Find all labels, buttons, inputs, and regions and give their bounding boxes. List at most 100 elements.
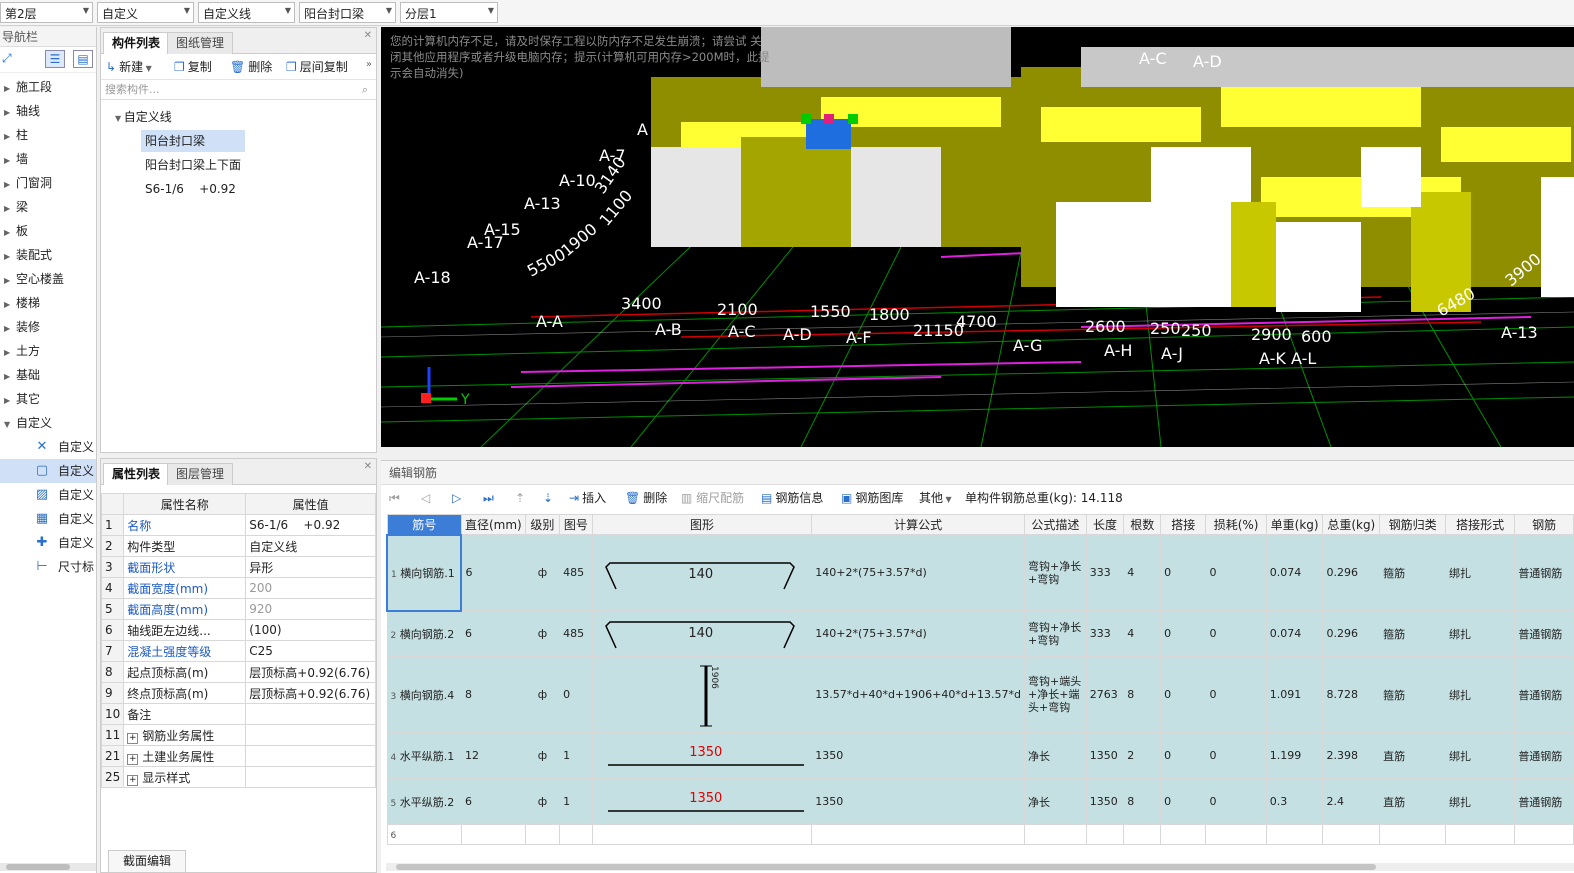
move-down-icon[interactable]: ⇣ — [543, 489, 553, 507]
rebar-row[interactable]: 3 横向钢筋.4 8 ф 0 1906 13.57*d+40*d+1906+40… — [386, 656, 1574, 733]
nav-item-custom[interactable]: ▼ 自定义 — [0, 411, 96, 435]
nav-item-stair[interactable]: ▶ 楼梯 — [0, 291, 96, 315]
rebar-library-button[interactable]: ▣ 钢筋图库 — [841, 489, 903, 507]
rebar-row[interactable]: 1 横向钢筋.1 6 ф 485 140 140+2*(75+3.57*d) 弯… — [385, 533, 1574, 612]
insert-button[interactable]: ⇥ 插入 — [569, 489, 606, 507]
property-row[interactable]: 11 + 钢筋业务属性 — [100, 724, 376, 746]
rebar-shape-cell[interactable]: 140 — [591, 534, 813, 611]
tab-component-list[interactable]: 构件列表 — [103, 32, 170, 54]
property-row[interactable]: 1 名称 S6-1/6 +0.92 — [100, 514, 376, 536]
delete-row-button[interactable]: 🗑 删除 — [625, 489, 667, 507]
rebar-h-scrollbar[interactable] — [386, 863, 1574, 871]
expand-icon[interactable]: + — [127, 774, 139, 786]
tree-item-balcony-beam-updown[interactable]: 阳台封口梁上下面 — [145, 154, 241, 176]
nav-item-opening[interactable]: ▶ 门窗洞 — [0, 171, 96, 195]
other-dropdown[interactable]: 其他 ▼ — [919, 489, 952, 507]
search-icon[interactable]: ⌕ — [362, 80, 368, 100]
axis-label: A-13 — [524, 194, 561, 213]
tab-drawing-manage[interactable]: 图纸管理 — [167, 32, 234, 54]
nav-sub-dimension[interactable]: ⊢ 尺寸标 — [0, 555, 96, 579]
property-row[interactable]: 8 起点顶标高(m) 层顶标高+0.92(6.76) — [100, 661, 376, 683]
property-row[interactable]: 10 备注 — [100, 703, 376, 725]
nav-item-stage[interactable]: ▶ 施工段 — [0, 75, 96, 99]
rebar-empty-row[interactable]: 6 — [386, 824, 1574, 845]
nav-item-beam[interactable]: ▶ 梁 — [0, 195, 96, 219]
move-up-icon[interactable]: ⇡ — [515, 489, 525, 507]
axis-label: A-13 — [1501, 323, 1538, 342]
scale-rebar-button[interactable]: ▥ 缩尺配筋 — [681, 489, 744, 507]
col-property-name: 属性名称 — [123, 493, 247, 515]
nav-sub-custom-point[interactable]: ✕ 自定义 — [0, 435, 96, 459]
axis-label: A-B — [655, 320, 682, 339]
next-record-icon[interactable]: ▷ — [452, 489, 461, 507]
property-row[interactable]: 6 轴线距左边线... (100) — [100, 619, 376, 641]
nav-item-earthwork[interactable]: ▶ 土方 — [0, 339, 96, 363]
nav-scrollbar[interactable] — [0, 863, 96, 871]
nav-item-prefab[interactable]: ▶ 装配式 — [0, 243, 96, 267]
cad-viewport[interactable]: A-C A-D A-7 A-10 A-13 A-15 A-17 A-18 A-A… — [381, 27, 1574, 447]
property-row[interactable]: 3 截面形状 异形 — [100, 556, 376, 578]
rebar-row[interactable]: 2 横向钢筋.2 6 ф 485 140 140+2*(75+3.57*d) 弯… — [386, 610, 1574, 657]
nav-item-finish[interactable]: ▶ 装修 — [0, 315, 96, 339]
rebar-info-button[interactable]: ▤ 钢筋信息 — [761, 489, 823, 507]
nav-item-wall[interactable]: ▶ 墙 — [0, 147, 96, 171]
pin-icon[interactable]: ⤢ — [2, 51, 12, 66]
rebar-shape-cell[interactable]: 1350 — [591, 778, 813, 825]
property-row[interactable]: 21 + 土建业务属性 — [100, 745, 376, 767]
tree-item-s6[interactable]: S6-1/6 +0.92 — [145, 178, 236, 200]
axis-label: A-C — [728, 322, 756, 341]
property-row[interactable]: 5 截面高度(mm) 920 — [100, 598, 376, 620]
rebar-row[interactable]: 5 水平纵筋.2 6 ф 1 1350 1350 净长 1350 8 0 0 0… — [386, 778, 1574, 825]
new-icon: ↳ — [106, 60, 117, 74]
tree-item-balcony-beam[interactable]: 阳台封口梁 — [141, 130, 245, 152]
property-row[interactable]: 9 终点顶标高(m) 层顶标高+0.92(6.76) — [100, 682, 376, 704]
layer-select[interactable]: 分层1 ▼ — [400, 2, 498, 23]
axis-label: A-K — [1259, 349, 1286, 368]
nav-sub-custom-area[interactable]: ▨ 自定义 — [0, 483, 96, 507]
copy-button[interactable]: ❐ 复制 — [174, 58, 212, 76]
nav-item-hollow-slab[interactable]: ▶ 空心楼盖 — [0, 267, 96, 291]
property-row[interactable]: 4 截面宽度(mm) 200 — [100, 577, 376, 599]
grid-icon: ▦ — [35, 511, 49, 526]
more-icon[interactable]: » — [366, 59, 372, 70]
nav-item-axis[interactable]: ▶ 轴线 — [0, 99, 96, 123]
rebar-row[interactable]: 4 水平纵筋.1 12 ф 1 1350 1350 净长 1350 2 0 0 … — [386, 732, 1574, 779]
property-row[interactable]: 2 构件类型 自定义线 — [100, 535, 376, 557]
detail-view-icon[interactable]: ▤ — [73, 50, 93, 68]
nav-item-foundation[interactable]: ▶ 基础 — [0, 363, 96, 387]
nav-item-other[interactable]: ▶ 其它 — [0, 387, 96, 411]
component-select[interactable]: 阳台封口梁 ▼ — [299, 2, 396, 23]
rebar-shape-cell[interactable]: 1350 — [591, 732, 813, 779]
prev-record-icon[interactable]: ◁ — [421, 489, 430, 507]
expand-icon[interactable]: + — [127, 753, 139, 765]
top-toolbar: 第2层 ▼ 自定义 ▼ 自定义线 ▼ 阳台封口梁 ▼ 分层1 ▼ — [0, 0, 1574, 26]
property-row[interactable]: 25 + 显示样式 — [100, 766, 376, 788]
tab-layer-manage[interactable]: 图层管理 — [167, 463, 234, 485]
axis-label: A-C — [1139, 49, 1167, 68]
category-select[interactable]: 自定义 ▼ — [97, 2, 194, 23]
list-view-icon[interactable]: ☰ — [45, 50, 65, 68]
floor-copy-button[interactable]: ❐ 层间复制 — [286, 58, 348, 76]
info-icon: ▤ — [761, 491, 773, 505]
new-button[interactable]: ↳ 新建 ▼ — [106, 58, 152, 76]
tab-property-list[interactable]: 属性列表 — [103, 463, 170, 485]
rebar-shape-cell[interactable]: 1906 — [591, 656, 813, 733]
nav-item-slab[interactable]: ▶ 板 — [0, 219, 96, 243]
nav-item-column[interactable]: ▶ 柱 — [0, 123, 96, 147]
delete-button[interactable]: 🗑 删除 — [230, 58, 272, 76]
close-icon[interactable]: ✕ — [364, 30, 372, 41]
subtype-select[interactable]: 自定义线 ▼ — [198, 2, 295, 23]
component-search-input[interactable]: 搜索构件... ⌕ — [101, 80, 376, 100]
rebar-shape-cell[interactable]: 140 — [591, 610, 813, 657]
last-record-icon[interactable]: ⏭ — [483, 489, 494, 507]
tab-section-edit[interactable]: 截面编辑 — [108, 850, 187, 872]
tree-root-custom-line[interactable]: ▼ 自定义线 — [115, 106, 172, 128]
floor-select[interactable]: 第2层 ▼ — [0, 2, 93, 23]
expand-icon[interactable]: + — [127, 732, 139, 744]
property-row[interactable]: 7 混凝土强度等级 C25 — [100, 640, 376, 662]
nav-sub-custom-line[interactable]: ▢ 自定义 — [0, 459, 96, 483]
nav-sub-custom-pile[interactable]: ▦ 自定义 — [0, 507, 96, 531]
nav-sub-custom-node[interactable]: ✚ 自定义 — [0, 531, 96, 555]
first-record-icon[interactable]: ⏮ — [389, 489, 400, 507]
close-icon[interactable]: ✕ — [364, 461, 372, 472]
